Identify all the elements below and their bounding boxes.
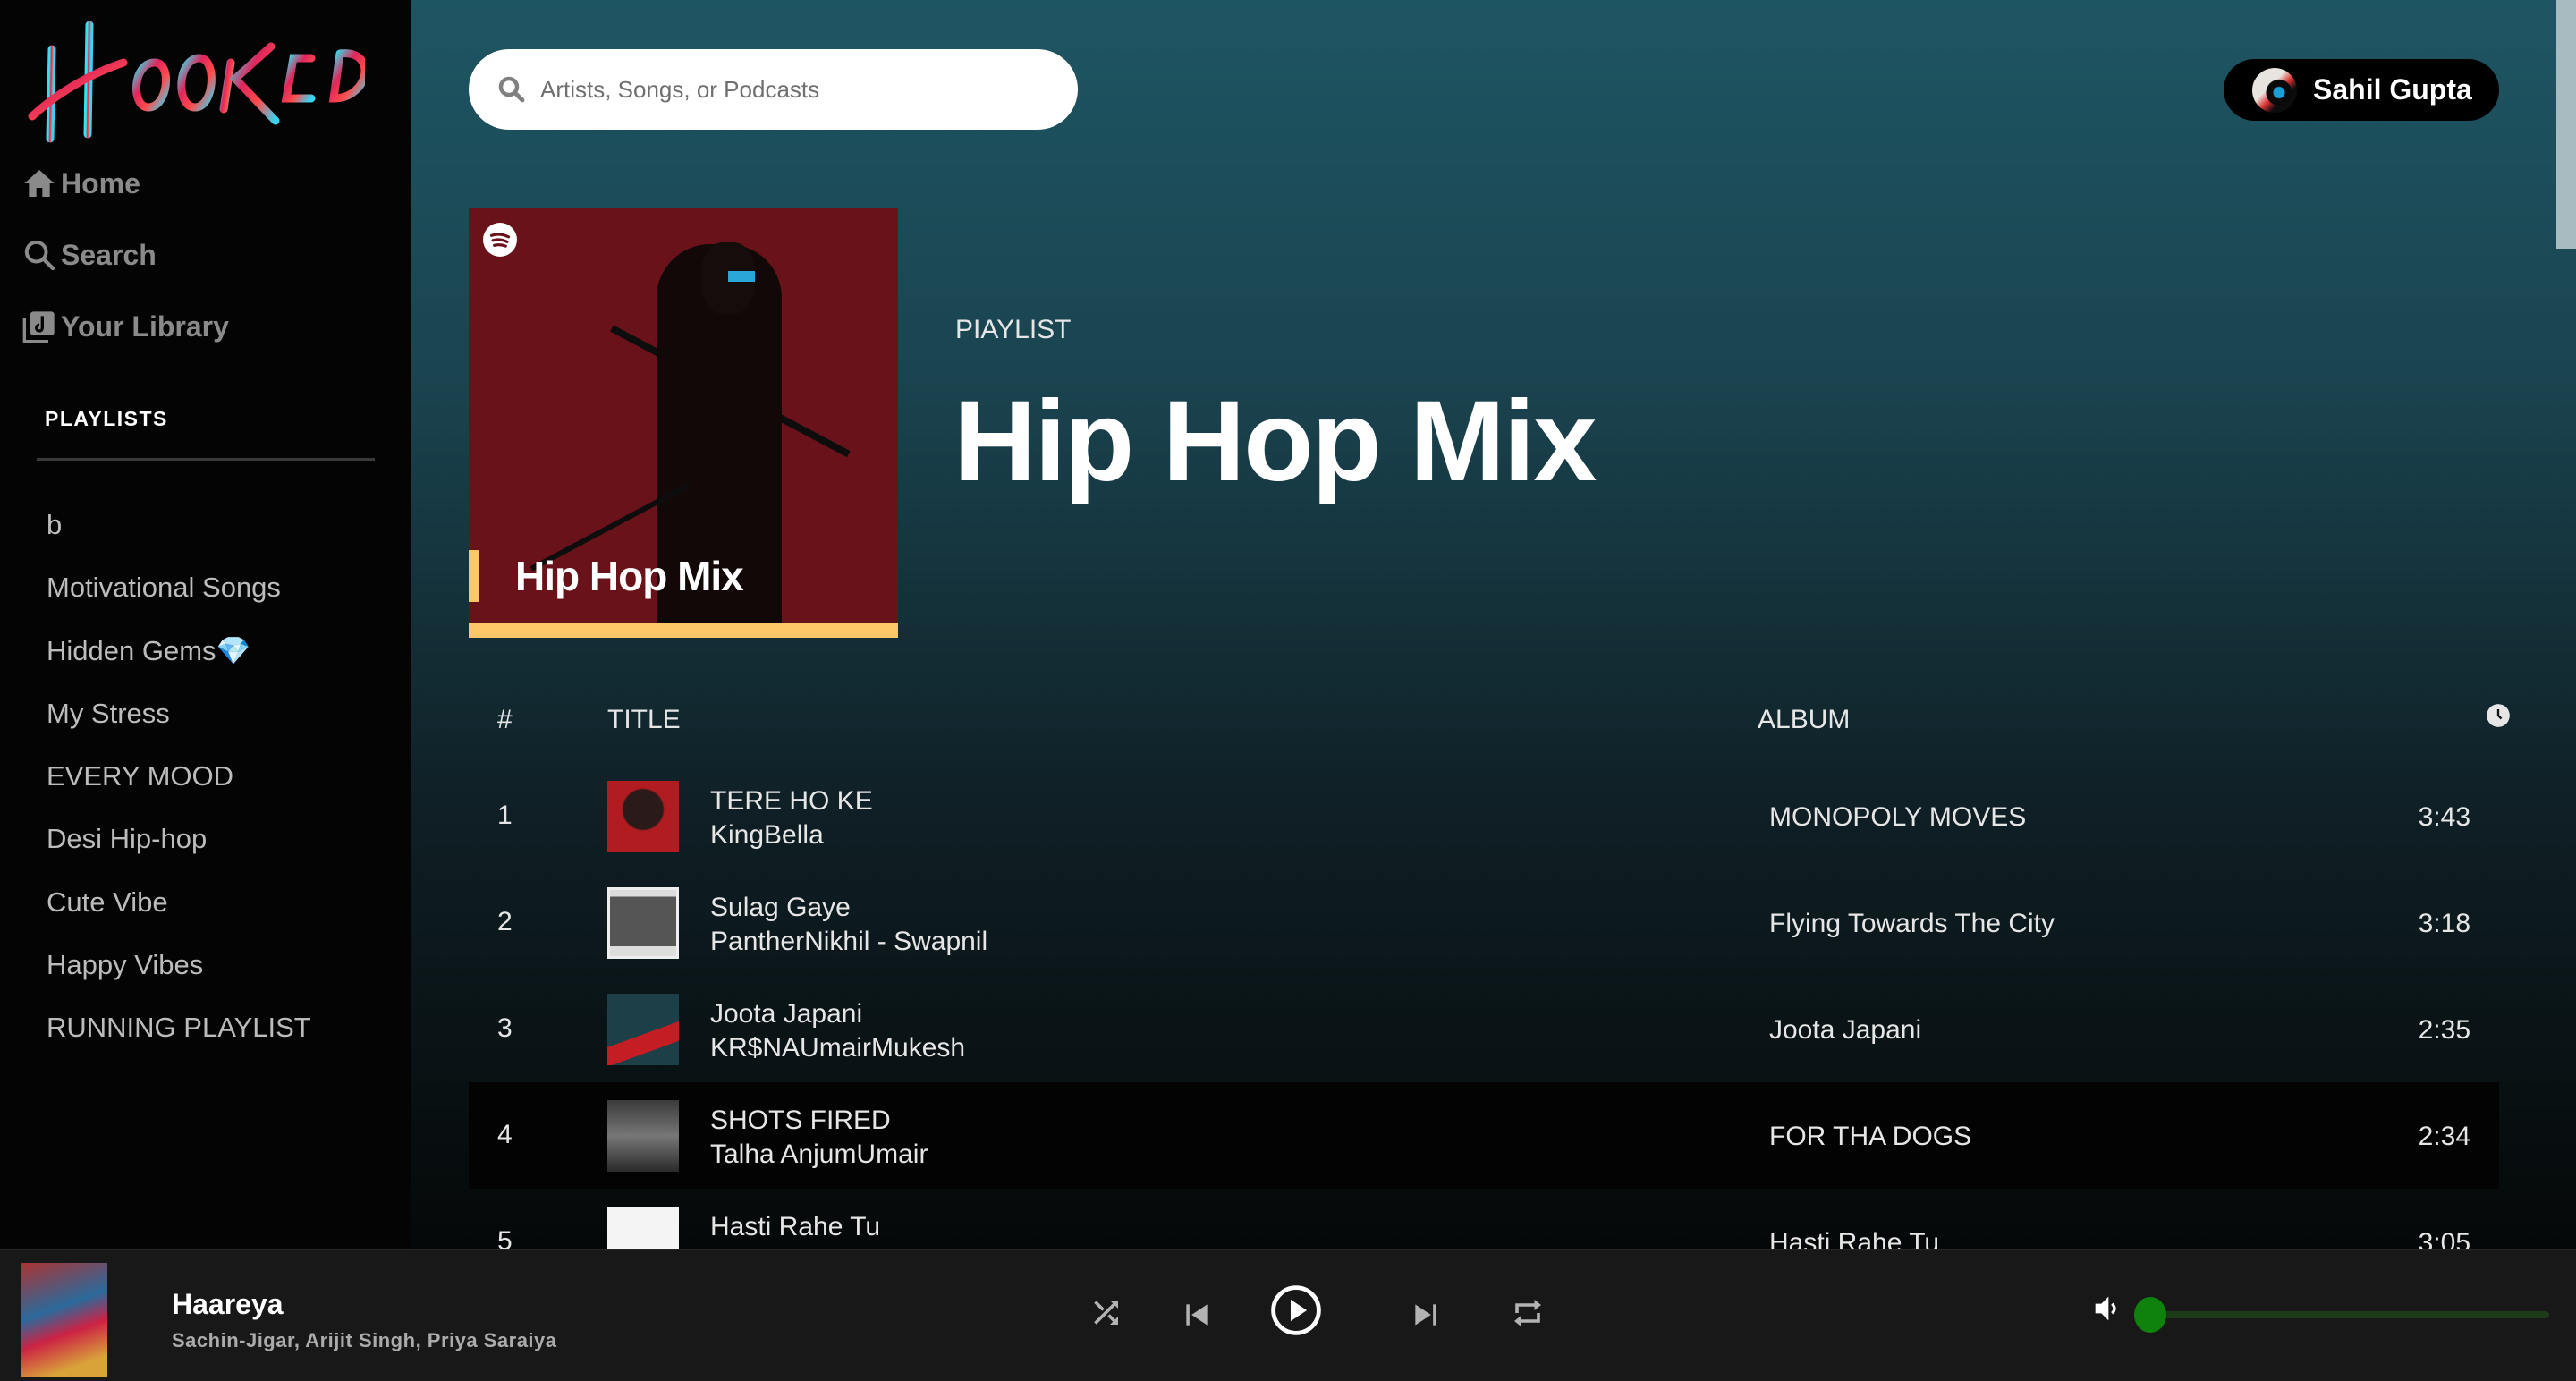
cover-title: Hip Hop Mix [515, 553, 744, 599]
search-bar[interactable] [469, 49, 1078, 130]
track-album[interactable]: Hasti Rahe Tu [1769, 1228, 1939, 1249]
track-title: SHOTS FIRED [710, 1106, 891, 1135]
column-header-album: ALBUM [1758, 705, 1851, 734]
track-duration: 3:18 [2418, 909, 2470, 938]
sidebar-item-search[interactable]: Search [21, 237, 157, 273]
search-icon [24, 240, 55, 271]
track-artist[interactable]: Talha AnjumUmair [710, 1140, 928, 1170]
playlist-title: Hip Hop Mix [953, 377, 1597, 505]
track-duration: 2:34 [2418, 1122, 2470, 1151]
clock-icon [2487, 704, 2510, 727]
volume-slider-thumb[interactable] [2134, 1297, 2166, 1333]
track-number: 4 [497, 1120, 513, 1149]
volume-slider-track[interactable] [2147, 1311, 2549, 1318]
sidebar-item-label: Home [61, 166, 140, 199]
home-icon [24, 170, 55, 197]
track-duration: 3:05 [2418, 1228, 2470, 1249]
track-thumbnail [607, 887, 679, 959]
library-icon [22, 311, 55, 343]
search-icon [498, 76, 525, 103]
sidebar-item-home[interactable]: Home [21, 165, 140, 201]
track-number: 5 [497, 1226, 513, 1249]
track-thumbnail [607, 994, 679, 1065]
playlists-heading: PLAYLISTS [45, 407, 168, 430]
playlist-cover-image: Hip Hop Mix [469, 208, 898, 638]
sidebar-item-label: Search [61, 238, 157, 271]
spotify-icon [483, 223, 517, 257]
skip-previous-icon [1186, 1304, 1208, 1326]
scrollbar-thumb[interactable] [2556, 0, 2576, 249]
track-thumbnail [607, 1100, 679, 1172]
volume-icon[interactable] [2093, 1293, 2122, 1324]
track-title: Sulag Gaye [710, 893, 851, 922]
track-artist[interactable]: PantherNikhil - Swapnil [710, 927, 987, 957]
now-playing-artwork[interactable] [21, 1263, 107, 1377]
avatar [2252, 67, 2297, 113]
repeat-icon [1514, 1300, 1541, 1326]
previous-button[interactable] [1184, 1302, 1209, 1327]
shuffle-button[interactable] [1091, 1295, 1123, 1327]
track-number: 1 [497, 801, 513, 830]
sidebar: Home Search Your Library PLAYLISTS b Mot… [0, 0, 411, 1249]
player-bar: Haareya Sachin-Jigar, Arijit Singh, Priy… [0, 1249, 2576, 1381]
next-button[interactable] [1413, 1302, 1438, 1327]
play-button[interactable] [1270, 1284, 1322, 1336]
sidebar-item-your-library[interactable]: Your Library [21, 309, 229, 344]
track-title: Hasti Rahe Tu [710, 1212, 881, 1241]
playlist-list: b Motivational Songs Hidden Gems💎 My Str… [47, 504, 311, 1071]
hooked-logo[interactable] [25, 9, 365, 143]
track-list: 1 TERE HO KE KingBella MONOPOLY MOVES 3:… [469, 763, 2499, 1249]
sidebar-playlist-item[interactable]: Happy Vibes [47, 945, 311, 1007]
sidebar-playlist-item[interactable]: Cute Vibe [47, 882, 311, 945]
track-number: 2 [497, 907, 513, 936]
playlists-divider [37, 458, 375, 461]
search-input[interactable] [540, 75, 1041, 104]
sidebar-playlist-item[interactable]: EVERY MOOD [47, 756, 311, 818]
track-row[interactable]: 3 Joota Japani KR$NAUmairMukesh Joota Ja… [469, 976, 2499, 1082]
playlist-type-label: PIAYLIST [955, 315, 1072, 344]
track-row[interactable]: 1 TERE HO KE KingBella MONOPOLY MOVES 3:… [469, 763, 2499, 869]
track-thumbnail [607, 1207, 679, 1249]
track-thumbnail [607, 781, 679, 852]
main-content: Sahil Gupta Hip Hop Mix PIAYLIST Hip Hop… [411, 0, 2576, 1249]
column-header-number: # [497, 705, 513, 734]
track-duration: 3:43 [2418, 802, 2470, 832]
track-row[interactable]: 2 Sulag Gaye PantherNikhil - Swapnil Fly… [469, 869, 2499, 976]
user-name: Sahil Gupta [2313, 73, 2472, 106]
cover-accent [469, 550, 479, 602]
sidebar-playlist-item[interactable]: My Stress [47, 693, 311, 756]
skip-next-icon [1415, 1304, 1436, 1326]
cover-accent [469, 623, 898, 638]
sidebar-item-label: Your Library [61, 309, 229, 343]
repeat-button[interactable] [1512, 1295, 1544, 1331]
track-title: Joota Japani [710, 999, 863, 1029]
shuffle-icon [1094, 1301, 1118, 1325]
track-duration: 2:35 [2418, 1015, 2470, 1045]
track-artist[interactable]: KR$NAUmairMukesh [710, 1033, 965, 1063]
track-number: 3 [497, 1013, 513, 1043]
play-icon [1271, 1285, 1321, 1335]
sidebar-playlist-item[interactable]: b [47, 504, 311, 567]
track-album[interactable]: FOR THA DOGS [1769, 1122, 1971, 1152]
sidebar-playlist-item[interactable]: RUNNING PLAYLIST [47, 1007, 311, 1070]
column-header-title: TITLE [607, 705, 681, 734]
track-row[interactable]: 4 SHOTS FIRED Talha AnjumUmair FOR THA D… [469, 1082, 2499, 1189]
track-row[interactable]: 5 Hasti Rahe Tu Hasti Rahe Tu 3:05 [469, 1189, 2499, 1249]
track-table-header: # TITLE ALBUM [469, 698, 2510, 742]
cover-art-detail [728, 271, 755, 282]
now-playing-artists[interactable]: Sachin-Jigar, Arijit Singh, Priya Saraiy… [172, 1329, 557, 1352]
track-title: TERE HO KE [710, 786, 873, 816]
sidebar-playlist-item[interactable]: Desi Hip-hop [47, 818, 311, 881]
track-album[interactable]: Joota Japani [1769, 1015, 1921, 1046]
track-artist[interactable]: KingBella [710, 820, 824, 851]
track-album[interactable]: MONOPOLY MOVES [1769, 802, 2026, 833]
sidebar-playlist-item[interactable]: Motivational Songs [47, 567, 311, 630]
sidebar-playlist-item[interactable]: Hidden Gems💎 [47, 631, 311, 693]
track-album[interactable]: Flying Towards The City [1769, 909, 2055, 939]
now-playing-title[interactable]: Haareya [172, 1288, 284, 1321]
user-menu-button[interactable]: Sahil Gupta [2224, 59, 2499, 121]
